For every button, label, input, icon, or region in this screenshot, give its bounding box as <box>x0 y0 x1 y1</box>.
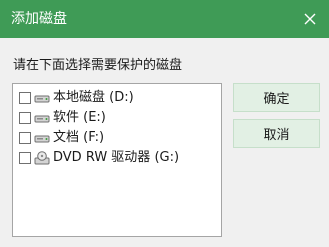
drive-checkbox[interactable] <box>19 152 31 164</box>
ok-button[interactable]: 确定 <box>233 83 320 112</box>
dialog-body: 请在下面选择需要保护的磁盘 本地磁盘 (D:) 软件 (E:) 文档 (F:) … <box>0 38 329 247</box>
hard-drive-icon <box>34 95 50 103</box>
drive-label: 文档 (F:) <box>53 130 105 145</box>
drive-checkbox[interactable] <box>19 92 31 104</box>
drive-item-e[interactable]: 软件 (E:) <box>19 109 106 127</box>
drive-item-d[interactable]: 本地磁盘 (D:) <box>19 89 134 107</box>
close-button[interactable] <box>297 6 323 32</box>
drive-checkbox[interactable] <box>19 132 31 144</box>
hard-drive-icon <box>34 115 50 123</box>
drive-item-f[interactable]: 文档 (F:) <box>19 129 104 147</box>
drive-item-g[interactable]: DVD RW 驱动器 (G:) <box>19 149 179 167</box>
drive-label: 软件 (E:) <box>53 110 106 125</box>
title-bar: 添加磁盘 <box>0 0 329 38</box>
hard-drive-icon <box>34 135 50 143</box>
drive-list[interactable]: 本地磁盘 (D:) 软件 (E:) 文档 (F:) DVD RW 驱动器 (G:… <box>12 83 222 237</box>
drive-label: DVD RW 驱动器 (G:) <box>53 150 180 165</box>
window-title: 添加磁盘 <box>11 11 67 27</box>
close-icon <box>304 13 316 25</box>
dvd-drive-icon <box>34 151 50 165</box>
instruction-text: 请在下面选择需要保护的磁盘 <box>13 58 183 73</box>
cancel-button[interactable]: 取消 <box>233 119 320 148</box>
drive-checkbox[interactable] <box>19 112 31 124</box>
drive-label: 本地磁盘 (D:) <box>53 90 134 105</box>
